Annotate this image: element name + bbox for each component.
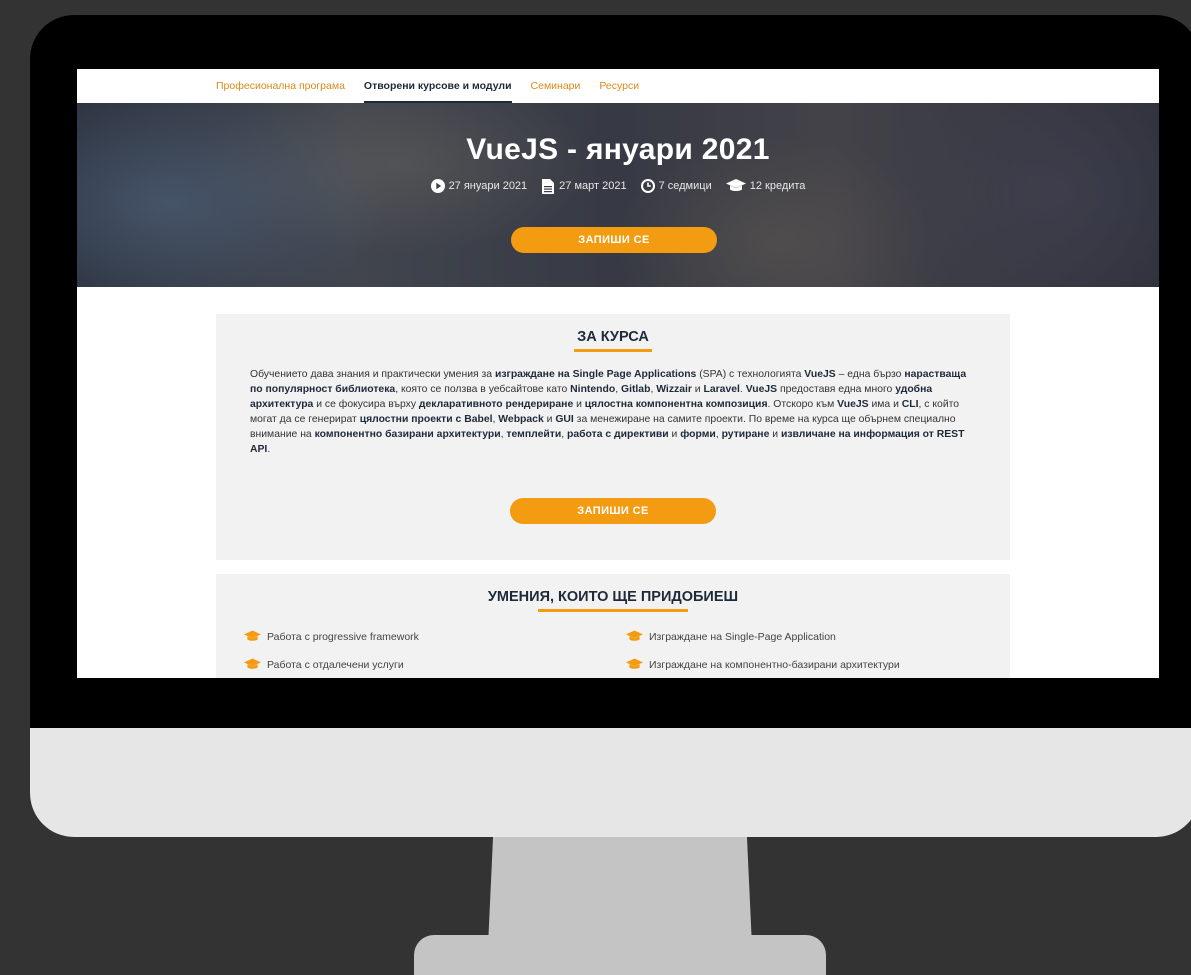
body-text: и: [668, 429, 681, 440]
graduation-cap-icon: [626, 630, 643, 643]
title-underline: [574, 349, 652, 352]
emphasis-text: Gitlab: [620, 384, 651, 395]
body-text: , която се ползва в уебсайтове като: [395, 384, 571, 395]
credits-item: 12 кредита: [725, 179, 806, 193]
nav-item-resources[interactable]: Ресурси: [599, 69, 639, 103]
emphasis-text: CLI: [901, 399, 919, 410]
course-meta: 27 януари 2021 27 март 2021 7 седмици 12…: [77, 178, 1159, 194]
about-description: Обучението дава знания и практически уме…: [250, 367, 980, 457]
skill-label: Изграждане на компонентно-базирани архит…: [649, 658, 900, 671]
skill-item: Работа с progressive framework: [244, 630, 419, 643]
duration: 7 седмици: [658, 180, 712, 192]
skill-label: Работа с отдалечени услуги: [267, 658, 404, 671]
end-date-item: 27 март 2021: [541, 178, 627, 194]
graduation-cap-icon: [244, 630, 261, 643]
graduation-cap-icon: [244, 658, 261, 671]
emphasis-text: рутиране: [721, 429, 770, 440]
skill-label: Работа с progressive framework: [267, 630, 419, 643]
nav-item-seminars[interactable]: Семинари: [531, 69, 581, 103]
emphasis-text: VueJS: [837, 399, 869, 410]
start-date-item: 27 януари 2021: [430, 179, 528, 193]
emphasis-text: Laravel: [703, 384, 740, 395]
emphasis-text: Wizzair: [656, 384, 692, 395]
start-date: 27 януари 2021: [448, 180, 528, 192]
emphasis-text: Nintendo: [570, 384, 616, 395]
emphasis-text: VueJS: [745, 384, 778, 395]
emphasis-text: цялостна компонентна композиция: [584, 399, 768, 410]
document-icon: [541, 178, 555, 194]
skill-item: Работа с отдалечени услуги: [244, 658, 404, 671]
emphasis-text: компонентно базирани архитектури: [314, 429, 501, 440]
emphasis-text: работа с директиви: [567, 429, 669, 440]
emphasis-text: изграждане на Single Page Applications: [494, 369, 697, 380]
end-date: 27 март 2021: [559, 180, 627, 192]
skill-label: Изграждане на Single-Page Application: [649, 630, 836, 643]
skill-item: Изграждане на Single-Page Application: [626, 630, 836, 643]
nav-item-open-courses[interactable]: Отворени курсове и модули: [363, 69, 512, 103]
graduation-cap-icon: [626, 658, 643, 671]
skills-section: УМЕНИЯ, КОИТО ЩЕ ПРИДОБИЕШ Работа с prog…: [216, 574, 1010, 678]
body-text: и: [543, 414, 556, 425]
emphasis-text: форми: [680, 429, 716, 440]
clock-icon: [640, 179, 655, 193]
body-text: – една бързо: [835, 369, 905, 380]
duration-item: 7 седмици: [640, 179, 712, 193]
hero-banner: VueJS - януари 2021 27 януари 2021 27 ма…: [77, 103, 1159, 287]
skills-title: УМЕНИЯ, КОИТО ЩЕ ПРИДОБИЕШ: [487, 589, 739, 605]
about-title: ЗА КУРСА: [577, 329, 649, 345]
monitor-chin: [30, 728, 1191, 837]
body-text: и се фокусира върху: [313, 399, 419, 410]
body-text: .: [267, 444, 271, 455]
body-text: предоставя една много: [777, 384, 896, 395]
body-text: и: [573, 399, 585, 410]
nav-item-professional-program[interactable]: Професионална програма: [216, 69, 345, 103]
course-title: VueJS - януари 2021: [466, 133, 770, 166]
credits: 12 кредита: [749, 180, 806, 192]
about-course-section: ЗА КУРСА Обучението дава знания и практи…: [216, 314, 1010, 560]
browser-viewport: Професионална програма Отворени курсове …: [77, 69, 1159, 678]
body-text: и: [691, 384, 704, 395]
graduation-cap-icon: [725, 179, 746, 193]
enroll-button[interactable]: ЗАПИШИ СЕ: [510, 498, 716, 524]
monitor-stand-base: [414, 935, 826, 975]
emphasis-text: GUI: [555, 414, 574, 425]
emphasis-text: VueJS: [804, 369, 836, 380]
enroll-button-hero[interactable]: ЗАПИШИ СЕ: [511, 227, 717, 253]
body-text: има и: [868, 399, 902, 410]
body-text: Обучението дава знания и практически уме…: [250, 369, 495, 380]
body-text: и: [769, 429, 781, 440]
emphasis-text: Webpack: [498, 414, 544, 425]
emphasis-text: цялостни проекти с Babel: [359, 414, 493, 425]
top-navigation: Професионална програма Отворени курсове …: [77, 69, 1159, 103]
play-icon: [430, 179, 445, 193]
emphasis-text: темплейти: [506, 429, 562, 440]
skill-item: Изграждане на компонентно-базирани архит…: [626, 658, 900, 671]
body-text: . Отскоро към: [767, 399, 838, 410]
body-text: (SPA) с технологията: [696, 369, 805, 380]
title-underline: [538, 609, 688, 612]
emphasis-text: декларативното рендериране: [418, 399, 574, 410]
